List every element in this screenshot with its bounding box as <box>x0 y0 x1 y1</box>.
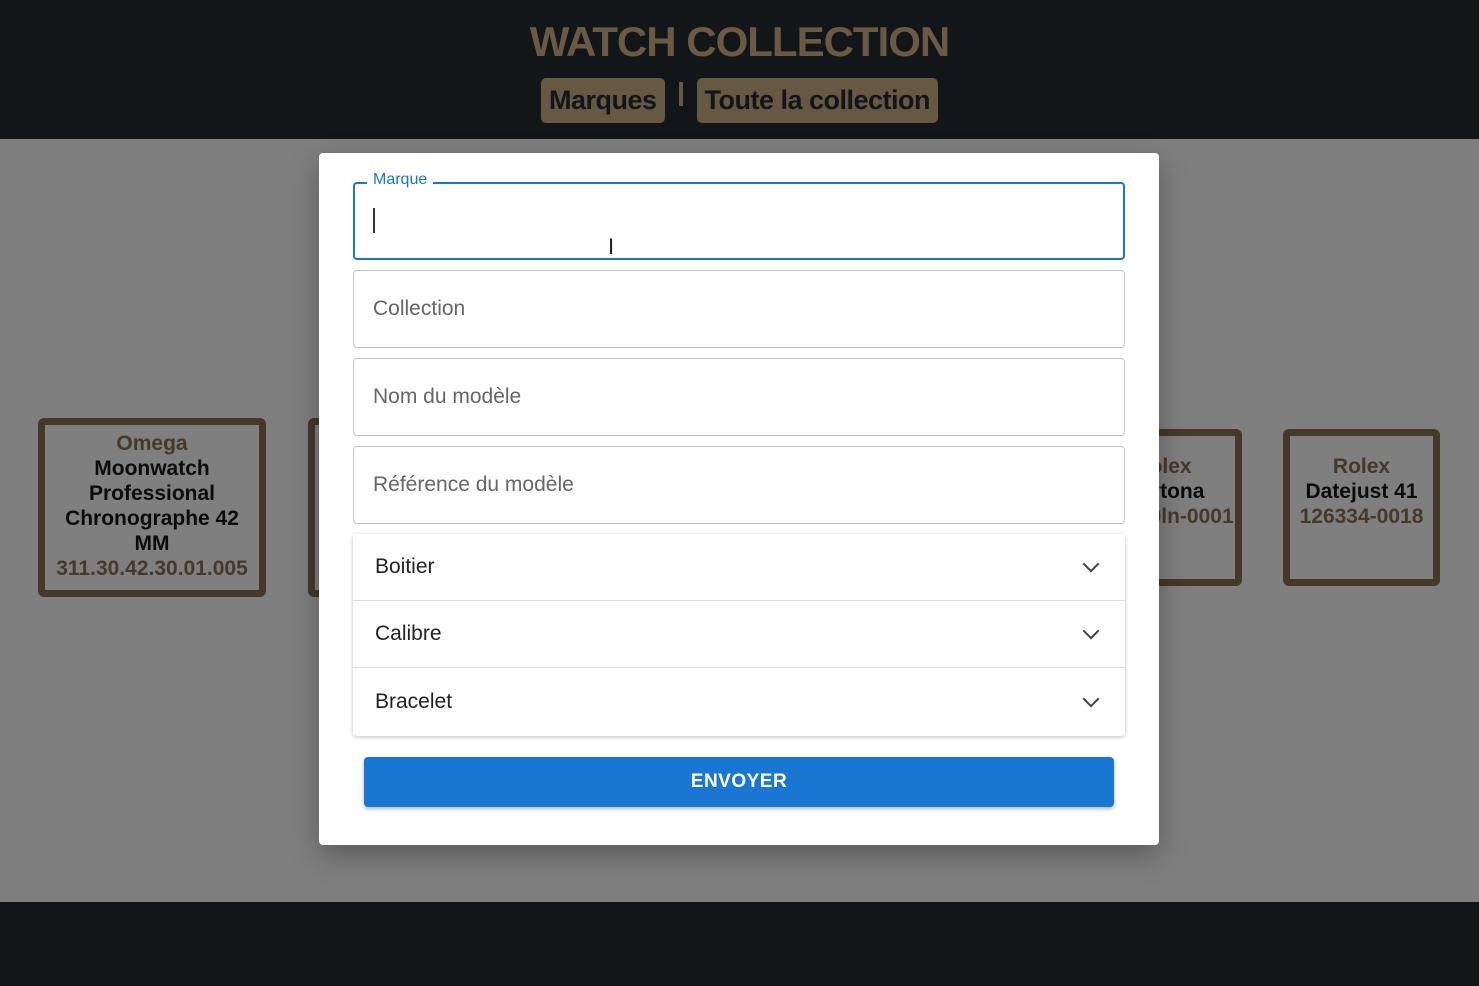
chevron-down-icon <box>1082 690 1100 707</box>
collection-input[interactable]: Collection <box>353 270 1125 348</box>
reference-input[interactable]: Référence du modèle <box>353 446 1125 524</box>
text-caret <box>373 208 375 233</box>
chevron-down-icon <box>1082 555 1100 573</box>
accordion-label: Bracelet <box>375 689 453 713</box>
collection-placeholder: Collection <box>373 297 466 320</box>
nav-marques[interactable]: Marques <box>540 78 665 123</box>
add-watch-modal: Marque I Collection Nom du modèle Référe… <box>319 153 1159 845</box>
nav-separator <box>678 81 683 106</box>
accordion-group: Boitier Calibre Bracelet <box>353 534 1125 736</box>
nom-modele-input[interactable]: Nom du modèle <box>353 358 1125 436</box>
footer <box>0 902 1479 986</box>
accordion-label: Boitier <box>375 555 435 578</box>
text-cursor-icon: I <box>608 234 615 259</box>
accordion-label: Calibre <box>375 622 442 645</box>
chevron-down-icon <box>1082 622 1100 640</box>
accordion-boitier[interactable]: Boitier <box>353 534 1125 601</box>
accordion-bracelet[interactable]: Bracelet <box>353 668 1125 735</box>
marque-label: Marque <box>367 171 434 189</box>
header: WATCH COLLECTION Marques Toute la collec… <box>0 0 1479 139</box>
nav-collection[interactable]: Toute la collection <box>696 78 939 123</box>
accordion-calibre[interactable]: Calibre <box>353 601 1125 668</box>
submit-button[interactable]: ENVOYER <box>364 757 1114 807</box>
marque-input[interactable]: Marque I <box>353 171 1125 260</box>
reference-placeholder: Référence du modèle <box>373 473 574 496</box>
site-title: WATCH COLLECTION <box>529 18 951 65</box>
nom-placeholder: Nom du modèle <box>373 385 522 408</box>
nav: Marques Toute la collection <box>0 78 1479 123</box>
